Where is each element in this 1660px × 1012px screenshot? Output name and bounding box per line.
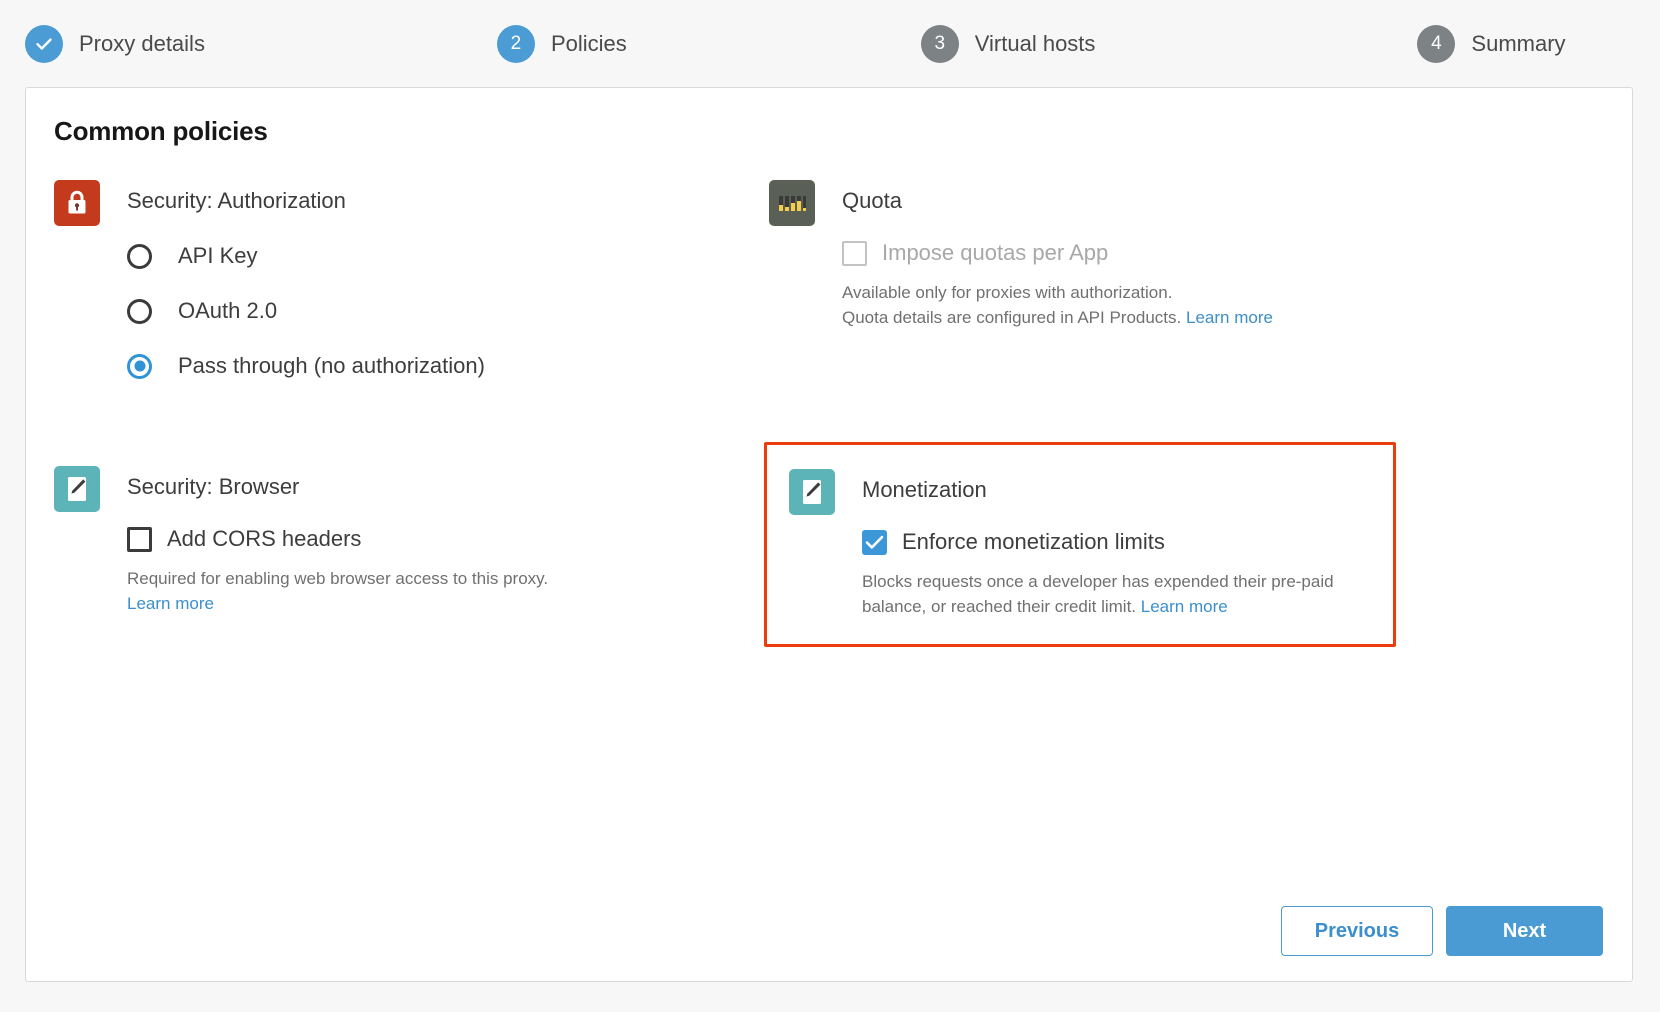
policies-row-1: Security: Authorization API Key OAuth 2.… [54, 178, 1604, 386]
monetization-highlight-box: Monetization Enforce monetization limits [764, 442, 1396, 647]
radio-label: OAuth 2.0 [178, 298, 277, 324]
browser-title: Security: Browser [127, 464, 299, 510]
wizard-step-label: Summary [1471, 31, 1565, 57]
authorization-title: Security: Authorization [127, 178, 346, 224]
quota-learn-more-link[interactable]: Learn more [1186, 308, 1273, 327]
browser-header: Security: Browser [54, 464, 744, 512]
policies-row-2: Security: Browser Add CORS headers Requi… [54, 464, 1604, 647]
monetization-description: Blocks requests once a developer has exp… [862, 569, 1382, 619]
authorization-group: Security: Authorization API Key OAuth 2.… [54, 178, 744, 386]
add-cors-headers-label: Add CORS headers [167, 526, 361, 552]
browser-description: Required for enabling web browser access… [127, 566, 647, 616]
previous-button[interactable]: Previous [1281, 906, 1433, 956]
pencil-glyph [63, 474, 91, 504]
impose-quotas-checkbox [842, 241, 867, 266]
step-badge-number: 2 [497, 25, 535, 63]
wizard-step-label: Virtual hosts [975, 31, 1096, 57]
wizard-step-virtual-hosts[interactable]: 3 Virtual hosts [921, 25, 1096, 63]
lock-glyph [64, 189, 90, 217]
wizard-step-policies[interactable]: 2 Policies [497, 25, 627, 63]
quota-description-line-2: Quota details are configured in API Prod… [842, 308, 1181, 327]
enforce-monetization-limits-label: Enforce monetization limits [902, 529, 1165, 555]
pencil-icon [789, 469, 835, 515]
monetization-body: Enforce monetization limits Blocks reque… [862, 525, 1393, 619]
step-badge-done [25, 25, 63, 63]
quota-description-line-1: Available only for proxies with authoriz… [842, 283, 1172, 302]
quota-header: Quota [769, 178, 1459, 226]
policies-grid: Security: Authorization API Key OAuth 2.… [54, 178, 1604, 647]
monetization-group: Monetization Enforce monetization limits [789, 467, 1393, 619]
wizard-step-label: Policies [551, 31, 627, 57]
wizard-step-label: Proxy details [79, 31, 205, 57]
pencil-icon [54, 466, 100, 512]
step-badge-number: 4 [1417, 25, 1455, 63]
next-button[interactable]: Next [1446, 906, 1603, 956]
common-policies-card: Common policies [25, 87, 1633, 982]
browser-learn-more-link[interactable]: Learn more [127, 594, 214, 613]
checkbox-row-add-cors-headers[interactable]: Add CORS headers [127, 522, 744, 556]
radio-icon[interactable] [127, 244, 152, 269]
bar-chart-glyph [777, 191, 807, 215]
monetization-description-text: Blocks requests once a developer has exp… [862, 572, 1334, 616]
bar-chart-icon [769, 180, 815, 226]
wizard-footer: Previous Next [1281, 906, 1603, 956]
browser-group: Security: Browser Add CORS headers Requi… [54, 464, 744, 616]
browser-description-text: Required for enabling web browser access… [127, 569, 548, 588]
check-icon [34, 34, 54, 54]
policy-group-browser: Security: Browser Add CORS headers Requi… [54, 464, 744, 647]
pencil-glyph [798, 477, 826, 507]
policy-group-authorization: Security: Authorization API Key OAuth 2.… [54, 178, 744, 386]
step-badge-number: 3 [921, 25, 959, 63]
quota-body: Impose quotas per App Available only for… [842, 236, 1459, 330]
quota-description: Available only for proxies with authoriz… [842, 280, 1362, 330]
radio-option-oauth[interactable]: OAuth 2.0 [127, 291, 744, 331]
radio-option-api-key[interactable]: API Key [127, 236, 744, 276]
policy-group-quota: Quota Impose quotas per App Available on… [769, 178, 1459, 386]
check-icon [865, 534, 884, 551]
monetization-header: Monetization [789, 467, 1393, 515]
radio-icon[interactable] [127, 299, 152, 324]
quota-group: Quota Impose quotas per App Available on… [769, 178, 1459, 330]
authorization-options: API Key OAuth 2.0 Pass through (no autho… [127, 236, 744, 386]
checkbox-row-enforce-monetization-limits[interactable]: Enforce monetization limits [862, 525, 1393, 559]
radio-icon-selected[interactable] [127, 354, 152, 379]
radio-label: API Key [178, 243, 257, 269]
wizard-step-proxy-details[interactable]: Proxy details [25, 25, 205, 63]
monetization-learn-more-link[interactable]: Learn more [1141, 597, 1228, 616]
radio-option-pass-through[interactable]: Pass through (no authorization) [127, 346, 744, 386]
radio-label: Pass through (no authorization) [178, 353, 485, 379]
impose-quotas-label: Impose quotas per App [882, 240, 1108, 266]
add-cors-headers-checkbox[interactable] [127, 527, 152, 552]
checkbox-row-impose-quotas: Impose quotas per App [842, 236, 1459, 270]
authorization-header: Security: Authorization [54, 178, 744, 226]
lock-icon [54, 180, 100, 226]
quota-title: Quota [842, 178, 902, 224]
wizard-step-bar: Proxy details 2 Policies 3 Virtual hosts… [0, 0, 1660, 87]
wizard-step-summary[interactable]: 4 Summary [1417, 25, 1565, 63]
browser-body: Add CORS headers Required for enabling w… [127, 522, 744, 616]
policy-group-monetization: Monetization Enforce monetization limits [764, 442, 1454, 647]
enforce-monetization-limits-checkbox[interactable] [862, 530, 887, 555]
monetization-title: Monetization [862, 467, 987, 513]
page-title: Common policies [54, 116, 268, 147]
